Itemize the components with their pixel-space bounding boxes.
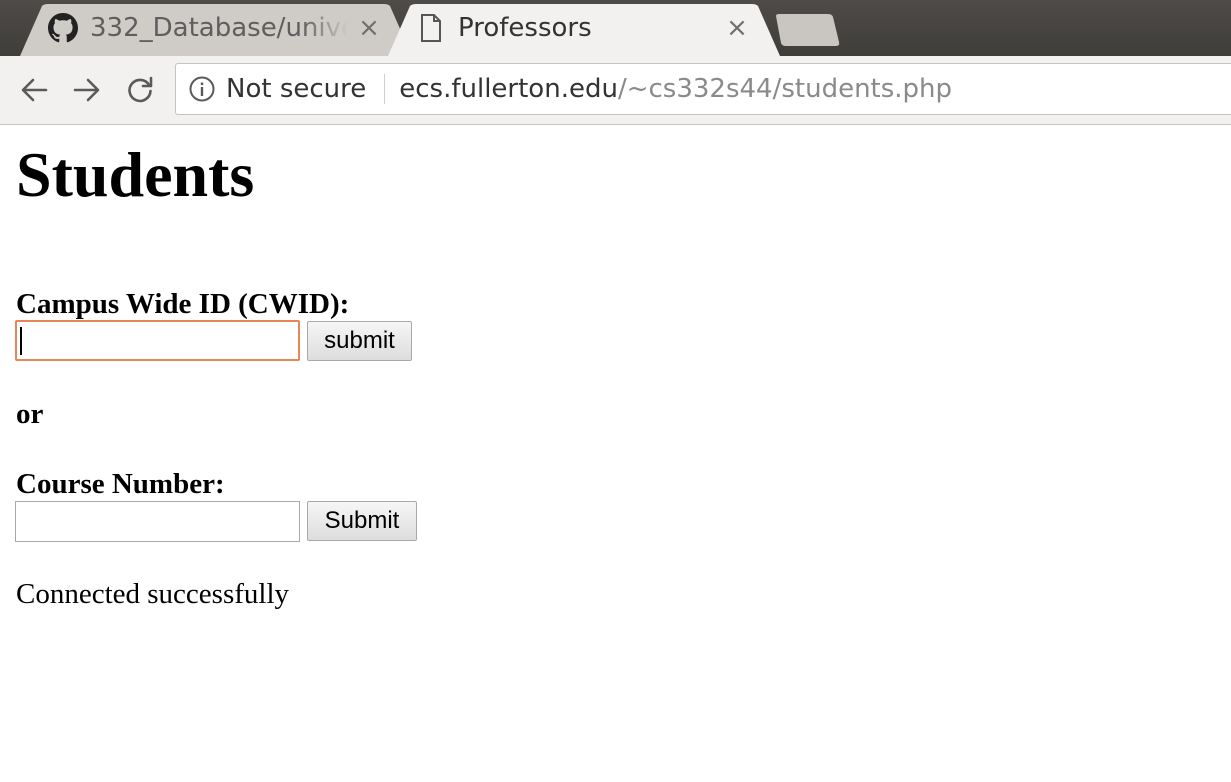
info-icon[interactable] xyxy=(188,75,216,103)
tab-professors[interactable]: Professors × xyxy=(388,4,780,56)
cwid-submit-button[interactable]: submit xyxy=(307,321,412,361)
close-tab-icon[interactable]: × xyxy=(354,4,384,52)
arrow-left-icon xyxy=(21,78,48,102)
security-label[interactable]: Not secure xyxy=(226,74,366,104)
address-bar[interactable]: Not secure ecs.fullerton.edu /~cs332s44/… xyxy=(175,63,1231,115)
course-submit-button[interactable]: Submit xyxy=(307,501,417,541)
connection-status: Connected successfully xyxy=(16,578,290,610)
or-separator: or xyxy=(16,398,44,430)
cwid-input[interactable] xyxy=(15,320,300,361)
cwid-label: Campus Wide ID (CWID): xyxy=(16,288,350,320)
document-icon xyxy=(416,13,446,43)
new-tab-button[interactable] xyxy=(774,14,840,46)
forward-button[interactable] xyxy=(69,72,105,108)
tab-strip: 332_Database/university-database × Profe… xyxy=(0,0,1231,56)
back-button[interactable] xyxy=(16,72,52,108)
page-title: Students xyxy=(16,139,255,210)
course-number-input[interactable] xyxy=(15,501,300,542)
browser-toolbar: Not secure ecs.fullerton.edu /~cs332s44/… xyxy=(0,56,1231,125)
arrow-right-icon xyxy=(73,78,100,102)
github-icon xyxy=(48,13,78,43)
tab-github-repo[interactable]: 332_Database/university-database × xyxy=(20,4,412,56)
omnibox-divider xyxy=(384,74,386,104)
tab-title: 332_Database/university-database xyxy=(90,13,348,43)
text-caret xyxy=(20,327,22,355)
close-tab-icon[interactable]: × xyxy=(722,4,752,52)
reload-icon xyxy=(128,76,153,103)
reload-button[interactable] xyxy=(122,72,158,108)
course-number-label: Course Number: xyxy=(16,468,225,500)
page-content: Students Campus Wide ID (CWID): submit o… xyxy=(0,125,1231,782)
tab-title: Professors xyxy=(458,13,592,43)
url-path: /~cs332s44/students.php xyxy=(617,74,953,104)
url-host: ecs.fullerton.edu xyxy=(399,74,618,104)
